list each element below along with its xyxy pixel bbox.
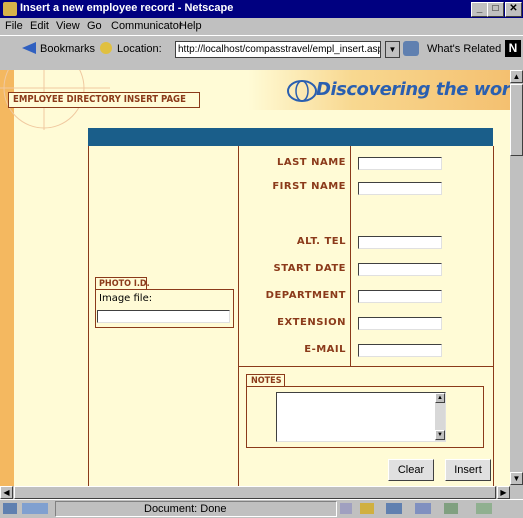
- composer-icon[interactable]: [415, 503, 431, 514]
- insert-button[interactable]: Insert: [445, 459, 491, 481]
- form-divider: [238, 146, 239, 486]
- vertical-scrollbar[interactable]: ▲ ▼: [510, 70, 523, 486]
- alt-tel-input[interactable]: [358, 236, 442, 249]
- photo-label: PHOTO I.D.: [99, 279, 150, 289]
- email-input[interactable]: [358, 344, 442, 357]
- mail-icon[interactable]: [386, 503, 402, 514]
- notes-scrollbar[interactable]: ▲ ▼: [435, 393, 445, 441]
- start-date-input[interactable]: [358, 263, 442, 276]
- vertical-scroll-thumb[interactable]: [510, 84, 523, 156]
- page-title: EMPLOYEE DIRECTORY INSERT PAGE: [13, 94, 186, 105]
- page-content: Discovering the world EMPLOYEE DIRECTORY…: [0, 70, 510, 486]
- scroll-left-icon[interactable]: ◀: [0, 486, 13, 499]
- security-icon[interactable]: [3, 503, 17, 514]
- status-bar: Document: Done: [0, 499, 523, 518]
- connection-icon: [22, 503, 48, 514]
- notes-scroll-down-icon[interactable]: ▼: [435, 430, 445, 440]
- menu-view[interactable]: View: [56, 20, 80, 32]
- status-text: Document: Done: [144, 503, 227, 515]
- menu-help[interactable]: Help: [179, 20, 202, 32]
- location-toolbar: Bookmarks Location: http://localhost/com…: [0, 35, 523, 63]
- scroll-right-icon[interactable]: ▶: [497, 486, 510, 499]
- field-label-column: LAST NAME FIRST NAME ALT. TEL START DATE…: [240, 70, 346, 370]
- menu-go[interactable]: Go: [87, 20, 102, 32]
- location-icon: [100, 42, 112, 54]
- menu-file[interactable]: File: [5, 20, 23, 32]
- maximize-button[interactable]: □: [487, 2, 504, 17]
- menu-edit[interactable]: Edit: [30, 20, 49, 32]
- scroll-up-icon[interactable]: ▲: [510, 70, 523, 83]
- progress-icon: [340, 503, 352, 514]
- last-name-input[interactable]: [358, 157, 442, 170]
- whats-related-icon: [403, 41, 419, 56]
- notes-scroll-up-icon[interactable]: ▲: [435, 393, 445, 403]
- photo-box: Image file:: [95, 289, 234, 328]
- alt-tel-label: ALT. TEL: [296, 236, 346, 247]
- location-label: Location:: [117, 43, 162, 55]
- component-icon[interactable]: [476, 503, 492, 514]
- first-name-input[interactable]: [358, 182, 442, 195]
- window-title: Insert a new employee record - Netscape: [20, 2, 234, 14]
- horizontal-scroll-thumb[interactable]: [14, 486, 496, 499]
- menu-communicator[interactable]: Communicator: [111, 20, 183, 32]
- email-label: E-MAIL: [304, 344, 346, 355]
- page-title-box: EMPLOYEE DIRECTORY INSERT PAGE: [8, 92, 200, 108]
- image-file-input[interactable]: [97, 310, 230, 323]
- scroll-down-icon[interactable]: ▼: [510, 472, 523, 485]
- clear-button[interactable]: Clear: [388, 459, 434, 481]
- extension-label: EXTENSION: [277, 317, 346, 328]
- netscape-icon: [3, 2, 17, 16]
- bookmarks-icon: [22, 42, 36, 54]
- close-button[interactable]: ✕: [505, 2, 522, 17]
- menu-bar: File Edit View Go Communicator Help: [0, 18, 523, 35]
- first-name-label: FIRST NAME: [272, 181, 346, 192]
- horizontal-scrollbar[interactable]: ◀ ▶: [0, 486, 510, 499]
- status-text-panel: Document: Done: [55, 501, 337, 517]
- title-bar[interactable]: Insert a new employee record - Netscape …: [0, 0, 523, 18]
- location-input[interactable]: http://localhost/compasstravel/empl_inse…: [175, 41, 381, 58]
- start-date-label: START DATE: [273, 263, 346, 274]
- last-name-label: LAST NAME: [276, 157, 346, 168]
- extension-input[interactable]: [358, 317, 442, 330]
- location-dropdown-button[interactable]: ▼: [385, 41, 400, 58]
- whats-related-button[interactable]: What's Related: [427, 43, 501, 55]
- page-sidebar-stripe: [0, 70, 14, 486]
- department-label: DEPARTMENT: [265, 290, 346, 301]
- minimize-button[interactable]: _: [471, 2, 488, 17]
- discussion-icon[interactable]: [444, 503, 458, 514]
- department-input[interactable]: [358, 290, 442, 303]
- image-file-label: Image file:: [99, 293, 153, 304]
- notes-textarea[interactable]: [276, 392, 446, 442]
- bookmarks-button[interactable]: Bookmarks: [40, 43, 95, 55]
- navigator-icon[interactable]: [360, 503, 374, 514]
- netscape-logo: N: [505, 40, 521, 57]
- notes-label: NOTES: [251, 376, 282, 386]
- label-divider: [350, 146, 351, 366]
- notes-box: ▲ ▼: [246, 386, 484, 448]
